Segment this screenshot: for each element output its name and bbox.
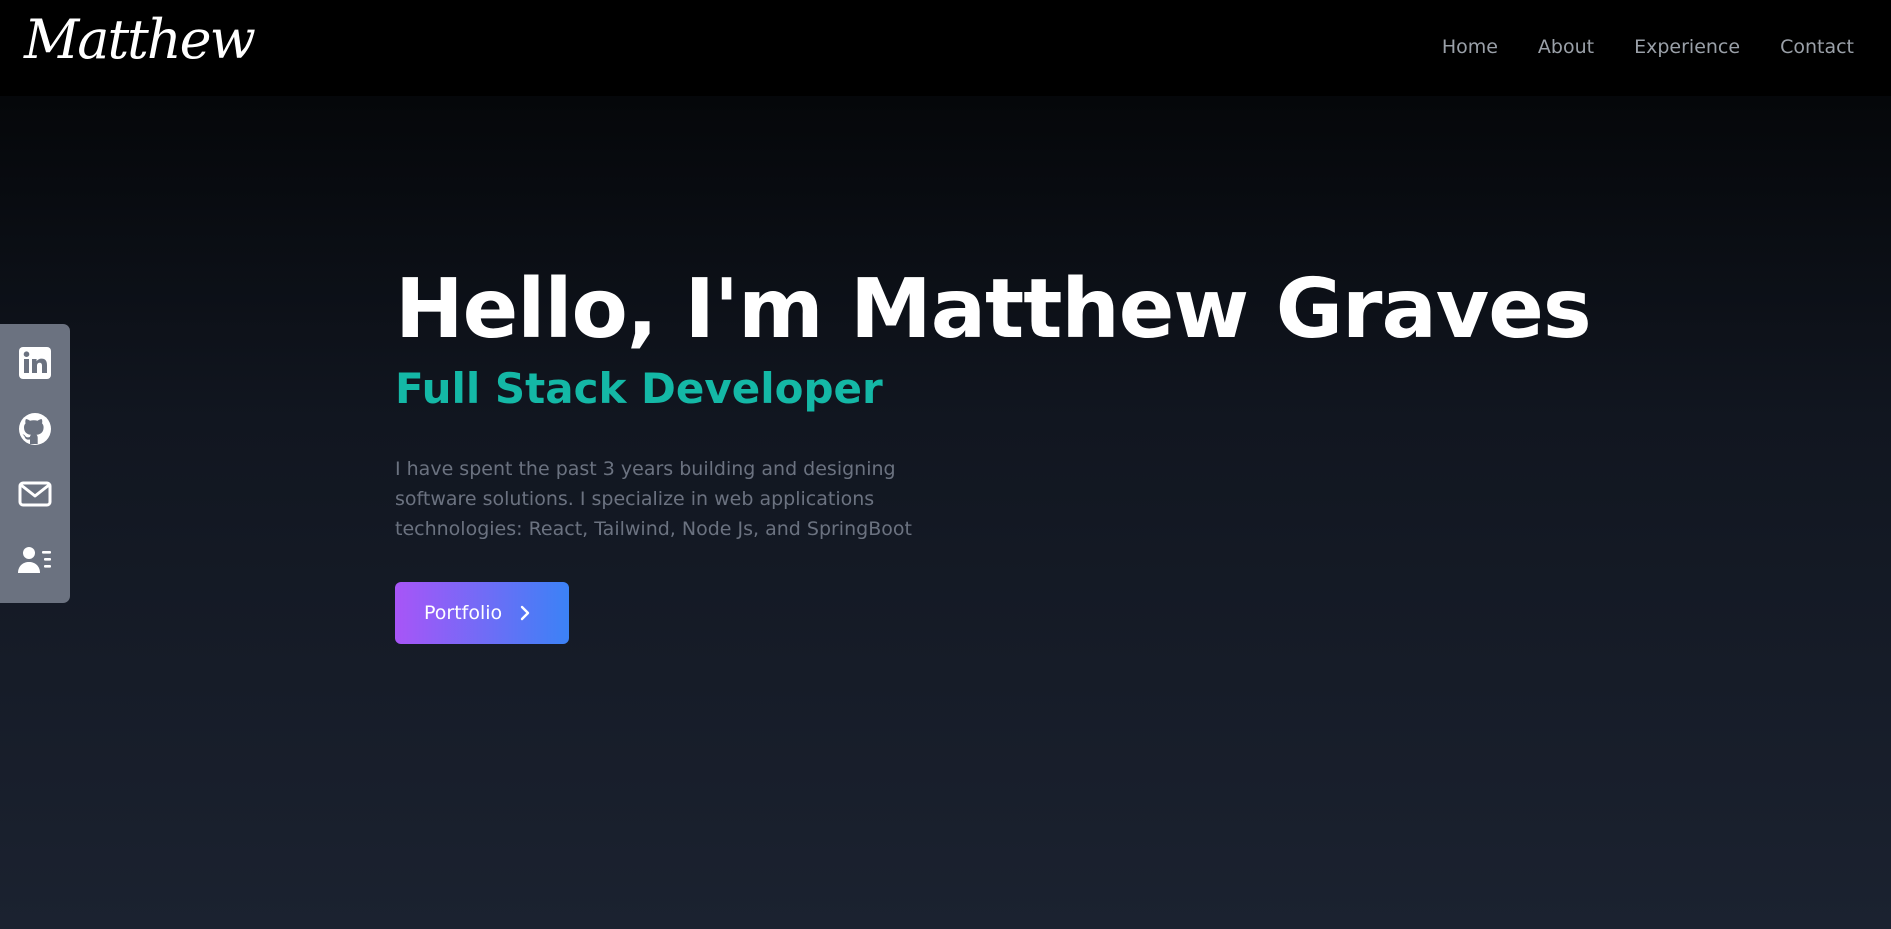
- resume-link[interactable]: [15, 542, 55, 582]
- linkedin-link[interactable]: [15, 345, 55, 385]
- hero-description: I have spent the past 3 years building a…: [395, 458, 912, 540]
- nav-link-home[interactable]: Home: [1442, 35, 1498, 59]
- github-link[interactable]: [15, 411, 55, 451]
- email-link[interactable]: [15, 476, 55, 516]
- linkedin-icon: [17, 345, 53, 385]
- portfolio-button[interactable]: Portfolio: [395, 582, 569, 644]
- top-navbar: Matthew Home About Experience Contact: [0, 0, 1891, 96]
- chevron-right-icon: [516, 604, 534, 622]
- github-icon: [17, 411, 53, 451]
- mail-icon: [17, 476, 53, 516]
- nav-link-experience[interactable]: Experience: [1634, 35, 1740, 59]
- portfolio-button-label: Portfolio: [424, 602, 503, 624]
- nav-link-contact[interactable]: Contact: [1780, 35, 1854, 59]
- main-nav: Home About Experience Contact: [1442, 35, 1854, 59]
- hero-title: Hello, I'm Matthew Graves: [395, 262, 1592, 357]
- site-logo[interactable]: Matthew: [24, 6, 256, 74]
- hero-subtitle: Full Stack Developer: [395, 364, 883, 413]
- resume-icon: [17, 542, 53, 582]
- hero-section: Hello, I'm Matthew Graves Full Stack Dev…: [395, 258, 1595, 644]
- nav-link-about[interactable]: About: [1538, 35, 1594, 59]
- social-links-bar: [0, 324, 70, 603]
